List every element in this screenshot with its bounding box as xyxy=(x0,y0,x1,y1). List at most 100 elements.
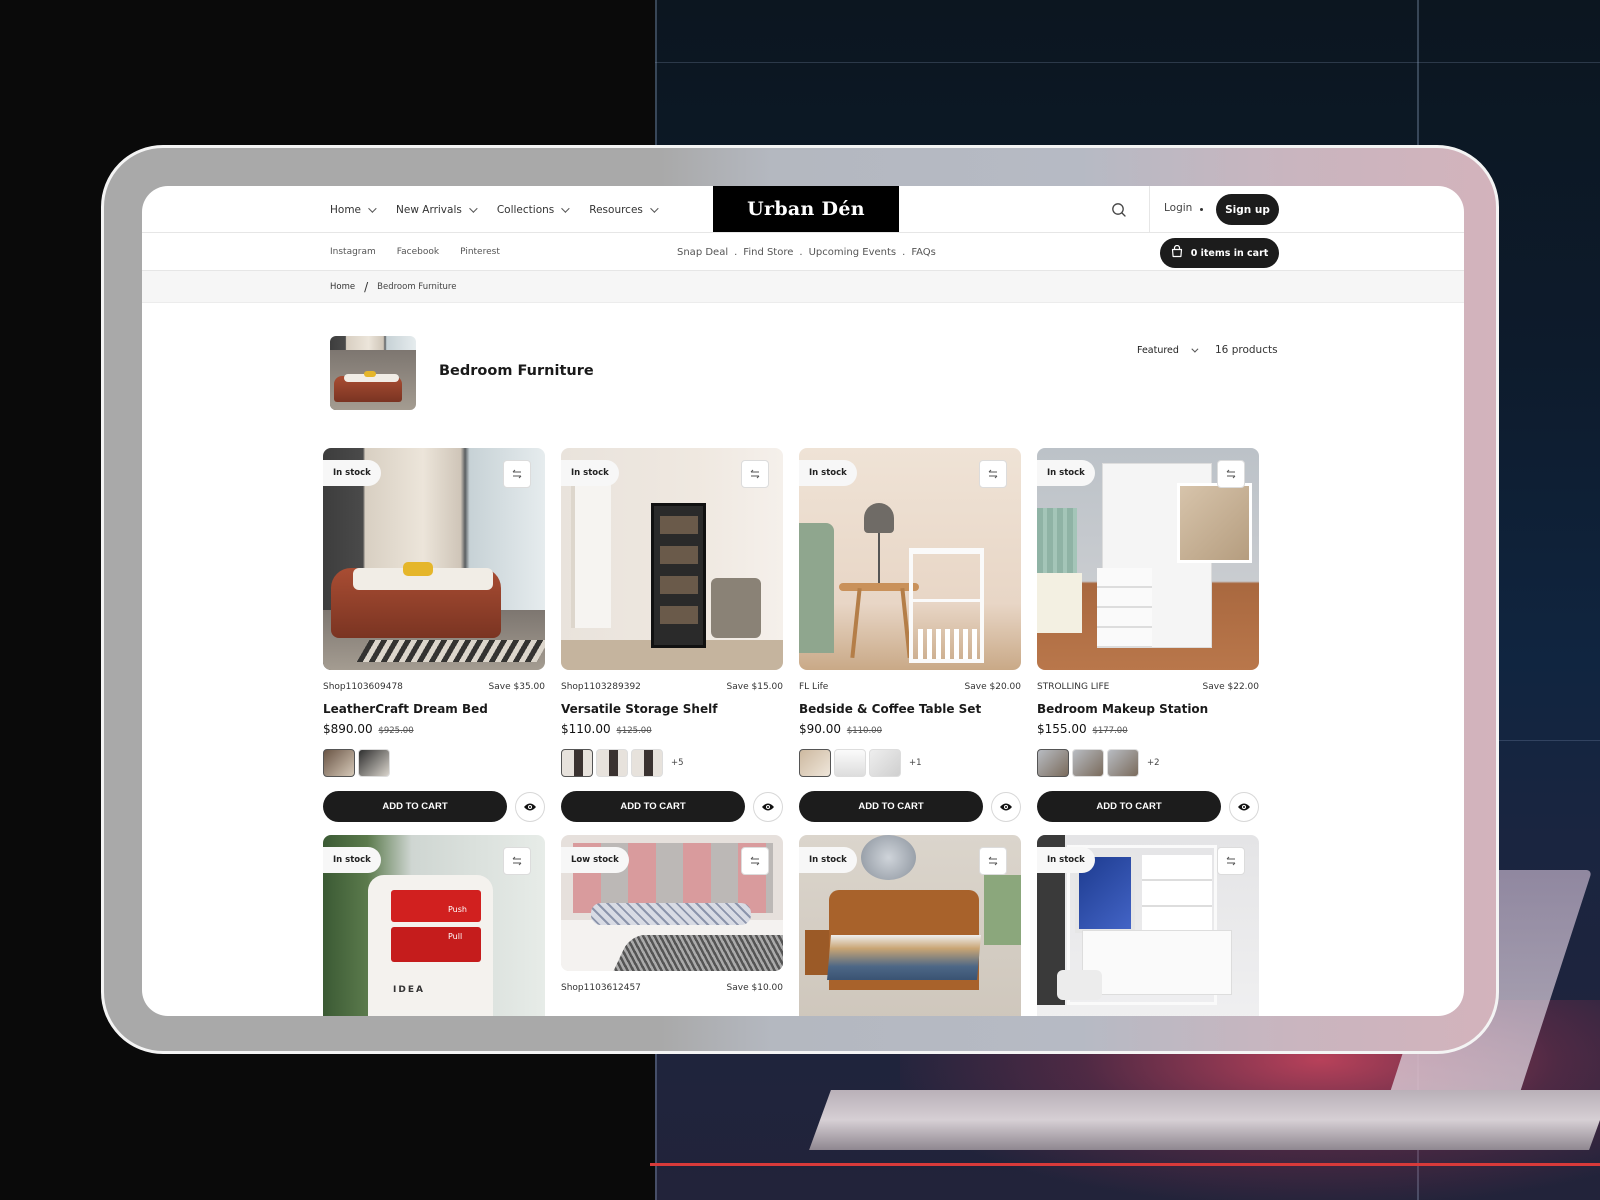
add-to-cart-button[interactable]: ADD TO CART xyxy=(799,791,984,822)
compare-price: $125.00 xyxy=(616,726,652,736)
collection-image xyxy=(330,336,416,410)
secondary-header: Instagram Facebook Pinterest Snap Deal .… xyxy=(142,233,1464,271)
sort-dropdown[interactable]: Featured xyxy=(1137,345,1199,356)
product-savings: Save $10.00 xyxy=(726,983,783,993)
product-image[interactable]: Low stock xyxy=(561,835,783,971)
product-image[interactable]: In stock xyxy=(799,835,1021,1016)
upcoming-events-link[interactable]: Upcoming Events xyxy=(809,247,897,258)
product-name[interactable]: Bedroom Makeup Station xyxy=(1037,702,1259,716)
product-image[interactable]: Push Pull IDEA In stock xyxy=(323,835,545,1016)
variant-swatch[interactable] xyxy=(1037,749,1069,777)
variant-swatch[interactable] xyxy=(834,749,866,777)
more-variants[interactable]: +2 xyxy=(1147,758,1160,768)
product-image[interactable]: In stock xyxy=(323,448,545,670)
separator: . xyxy=(734,246,738,258)
compare-icon[interactable] xyxy=(979,460,1007,488)
cart-button[interactable]: 0 items in cart xyxy=(1160,238,1279,268)
separator-dot xyxy=(1200,208,1203,211)
product-price: $110.00 $125.00 xyxy=(561,722,783,736)
compare-price: $110.00 xyxy=(846,726,882,736)
nav-collections-label: Collections xyxy=(496,203,555,216)
product-card: In stock STROLLING LIFE Save $22.00 Bedr… xyxy=(1037,448,1259,822)
variant-swatch[interactable] xyxy=(596,749,628,777)
nav-resources[interactable]: Resources xyxy=(589,204,659,216)
snap-deal-link[interactable]: Snap Deal xyxy=(677,247,728,258)
product-savings: Save $35.00 xyxy=(488,682,545,692)
tablet-frame: Home New Arrivals Collections Resources … xyxy=(101,145,1499,1054)
faqs-link[interactable]: FAQs xyxy=(911,247,936,258)
compare-icon[interactable] xyxy=(1217,847,1245,875)
product-name[interactable]: LeatherCraft Dream Bed xyxy=(323,702,545,716)
product-price: $90.00 $110.00 xyxy=(799,722,1021,736)
shopping-bag-icon xyxy=(1171,244,1183,261)
product-image[interactable]: In stock xyxy=(799,448,1021,670)
product-image[interactable]: In stock xyxy=(1037,448,1259,670)
quick-view-button[interactable] xyxy=(991,791,1021,822)
product-card: Push Pull IDEA In stock xyxy=(323,835,545,1016)
find-store-link[interactable]: Find Store xyxy=(743,247,793,258)
product-card: In stock FL Life Save $20.00 Bedside & C… xyxy=(799,448,1021,822)
variant-swatch[interactable] xyxy=(561,749,593,777)
compare-icon[interactable] xyxy=(741,847,769,875)
image-text: Pull xyxy=(448,932,463,941)
instagram-link[interactable]: Instagram xyxy=(330,247,376,257)
product-count: 16 products xyxy=(1215,344,1278,356)
variant-swatch[interactable] xyxy=(1072,749,1104,777)
variant-swatch[interactable] xyxy=(323,749,355,777)
sort-label: Featured xyxy=(1137,345,1179,356)
nav-collections[interactable]: Collections xyxy=(496,203,570,216)
signup-button[interactable]: Sign up xyxy=(1216,194,1279,225)
login-link[interactable]: Login xyxy=(1164,202,1192,214)
eye-icon xyxy=(761,797,775,816)
compare-icon[interactable] xyxy=(503,847,531,875)
product-vendor: Shop1103612457 xyxy=(561,983,641,993)
product-savings: Save $20.00 xyxy=(964,682,1021,692)
chevron-down-icon xyxy=(561,203,570,213)
product-card: In stock Shop1103289392 Save $15.00 Vers… xyxy=(561,448,783,822)
breadcrumb-home[interactable]: Home xyxy=(330,282,355,292)
variant-swatches: +5 xyxy=(561,748,783,778)
variant-swatch[interactable] xyxy=(631,749,663,777)
sale-price: $890.00 xyxy=(323,722,373,736)
quick-view-button[interactable] xyxy=(753,791,783,822)
product-card: In stock Shop1103609478 Save $35.00 Leat… xyxy=(323,448,545,822)
quick-view-button[interactable] xyxy=(515,791,545,822)
quick-view-button[interactable] xyxy=(1229,791,1259,822)
compare-icon[interactable] xyxy=(1217,460,1245,488)
site-logo[interactable]: Urban Dén xyxy=(713,186,899,232)
chevron-down-icon xyxy=(469,203,478,213)
image-text: IDEA xyxy=(393,985,425,995)
more-variants[interactable]: +5 xyxy=(671,758,684,768)
product-image[interactable]: In stock xyxy=(561,448,783,670)
eye-icon xyxy=(1237,797,1251,816)
more-variants[interactable]: +1 xyxy=(909,758,922,768)
compare-icon[interactable] xyxy=(979,847,1007,875)
main-header: Home New Arrivals Collections Resources … xyxy=(142,186,1464,233)
add-to-cart-button[interactable]: ADD TO CART xyxy=(1037,791,1222,822)
nav-home-label: Home xyxy=(330,203,362,216)
search-icon[interactable] xyxy=(1110,201,1128,219)
product-savings: Save $15.00 xyxy=(726,682,783,692)
variant-swatch[interactable] xyxy=(869,749,901,777)
nav-new-arrivals[interactable]: New Arrivals xyxy=(396,203,478,216)
facebook-link[interactable]: Facebook xyxy=(397,247,439,257)
pinterest-link[interactable]: Pinterest xyxy=(460,247,500,257)
variant-swatch[interactable] xyxy=(1107,749,1139,777)
add-to-cart-button[interactable]: ADD TO CART xyxy=(561,791,746,822)
variant-swatch[interactable] xyxy=(358,749,390,777)
breadcrumb-current: Bedroom Furniture xyxy=(377,282,457,292)
add-to-cart-button[interactable]: ADD TO CART xyxy=(323,791,508,822)
social-links: Instagram Facebook Pinterest xyxy=(330,233,500,271)
product-vendor: Shop1103289392 xyxy=(561,682,641,692)
sale-price: $155.00 xyxy=(1037,722,1087,736)
variant-swatch[interactable] xyxy=(799,749,831,777)
product-image[interactable]: In stock xyxy=(1037,835,1259,1016)
compare-icon[interactable] xyxy=(741,460,769,488)
stock-badge: In stock xyxy=(561,460,619,486)
nav-home[interactable]: Home xyxy=(330,203,377,216)
product-name[interactable]: Bedside & Coffee Table Set xyxy=(799,702,1021,716)
product-name[interactable]: Versatile Storage Shelf xyxy=(561,702,783,716)
compare-icon[interactable] xyxy=(503,460,531,488)
product-card: In stock xyxy=(799,835,1021,1016)
cart-count-label: 0 items in cart xyxy=(1190,247,1269,259)
